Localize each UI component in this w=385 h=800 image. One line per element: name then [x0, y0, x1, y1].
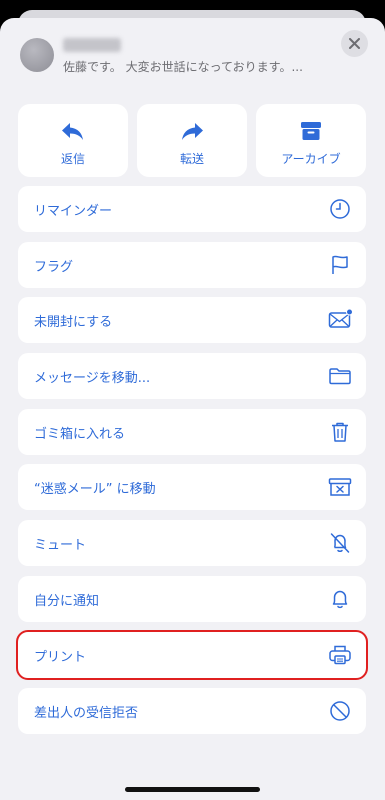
message-preview: 佐藤です。 大変お世話になっております。... [63, 60, 303, 74]
archive-icon [301, 122, 321, 140]
menu-item-block-sender[interactable]: 差出人の受信拒否 [18, 688, 366, 734]
avatar [20, 38, 54, 72]
reply-button[interactable]: 返信 [18, 104, 128, 177]
menu-item-move-message[interactable]: メッセージを移動... [18, 353, 366, 399]
archive-button[interactable]: アーカイブ [256, 104, 366, 177]
clock-icon [330, 199, 350, 219]
bell-icon [332, 590, 348, 609]
forward-icon [182, 123, 203, 140]
close-icon [349, 38, 360, 49]
menu-item-label: フラグ [34, 260, 74, 275]
menu-item-label: 自分に通知 [34, 594, 100, 609]
close-button[interactable] [341, 30, 368, 57]
menu-item-label: ミュート [34, 538, 87, 553]
sender-name-redacted [63, 38, 121, 52]
menu-item-flag[interactable]: フラグ [18, 242, 366, 288]
menu-item-notify-me[interactable]: 自分に通知 [18, 576, 366, 622]
menu-item-trash[interactable]: ゴミ箱に入れる [18, 409, 366, 455]
forward-label: 転送 [179, 152, 204, 166]
reply-label: 返信 [60, 152, 85, 166]
forward-button[interactable]: 転送 [137, 104, 247, 177]
home-indicator[interactable] [125, 787, 260, 792]
menu-item-mark-unread[interactable]: 未開封にする [18, 297, 366, 343]
printer-icon [329, 645, 351, 665]
menu-item-print[interactable]: プリント [16, 630, 368, 680]
menu-item-label: リマインダー [34, 204, 113, 219]
envelope-unread-icon [328, 308, 352, 328]
trash-icon [332, 422, 348, 442]
menu-item-label: 差出人の受信拒否 [34, 706, 139, 721]
bell-slash-icon [330, 533, 350, 553]
folder-icon [329, 368, 351, 385]
menu-item-label: ゴミ箱に入れる [34, 427, 126, 442]
archive-label: アーカイブ [281, 152, 341, 166]
menu-item-label: プリント [34, 650, 87, 665]
reply-icon [62, 123, 83, 140]
menu-item-move-to-junk[interactable]: “迷惑メール” に移動 [18, 464, 366, 510]
block-icon [330, 701, 350, 721]
menu-item-label: メッセージを移動... [34, 371, 151, 386]
menu-item-label: “迷惑メール” に移動 [34, 482, 156, 497]
menu-item-label: 未開封にする [34, 315, 113, 330]
action-sheet: 佐藤です。 大変お世話になっております。... 返信 転送 アーカイブ リマイン… [0, 18, 385, 800]
flag-icon [332, 255, 348, 274]
menu-item-mute[interactable]: ミュート [18, 520, 366, 566]
menu-item-reminder[interactable]: リマインダー [18, 186, 366, 232]
message-header: 佐藤です。 大変お世話になっております。... [0, 18, 385, 98]
junk-icon [328, 478, 352, 496]
